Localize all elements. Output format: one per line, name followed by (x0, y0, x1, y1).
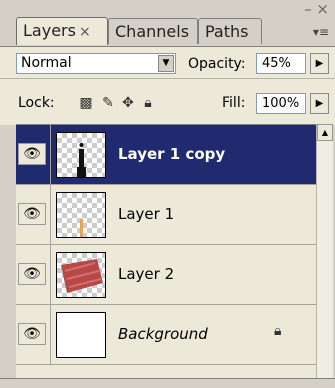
minimize-icon[interactable]: – (304, 0, 312, 18)
scroll-up-arrow-icon[interactable]: ▲ (317, 124, 333, 141)
chevron-down-icon[interactable]: ▼ (158, 55, 174, 72)
opacity-input[interactable]: 45% (256, 53, 306, 74)
panel-menu-icon[interactable]: ▾≡ (313, 25, 329, 39)
lock-position-move-icon[interactable]: ✥ (120, 95, 136, 111)
tab-close-icon[interactable]: × (79, 24, 91, 40)
opacity-slider-arrow-icon[interactable]: ▶ (310, 53, 329, 74)
lock-label: Lock: (18, 95, 55, 111)
layer-row-background[interactable]: 👁︎ Background 🔒︎ (16, 305, 316, 365)
visibility-eye-icon[interactable]: 👁︎ (18, 263, 46, 285)
tab-paths-label: Paths (205, 22, 249, 41)
tab-bar: Layers × Channels Paths – × ▾≡ (0, 0, 335, 46)
panel-window-controls: – × (304, 0, 329, 18)
fill-input[interactable]: 100% (256, 93, 306, 114)
tab-paths[interactable]: Paths (198, 18, 262, 44)
layer-row-layer-1[interactable]: 👁︎ Layer 1 (16, 185, 316, 245)
layer-name: Layer 1 (118, 205, 175, 223)
tab-channels-label: Channels (115, 22, 190, 41)
tab-layers[interactable]: Layers × (16, 17, 108, 45)
layers-list: 👁︎ Layer 1 copy 👁︎ Layer 1 👁︎ Layer 2 👁︎… (16, 124, 316, 379)
red-brush-scribble-icon (61, 259, 103, 293)
layer-row-layer-1-copy[interactable]: 👁︎ Layer 1 copy (16, 125, 316, 185)
layer-name: Background (118, 325, 208, 343)
visibility-eye-icon[interactable]: 👁︎ (18, 323, 46, 345)
padlock-icon: 🔒︎ (274, 323, 282, 339)
layer-thumbnail (56, 132, 106, 178)
layer-row-layer-2[interactable]: 👁︎ Layer 2 (16, 245, 316, 305)
lock-image-pixels-brush-icon[interactable]: ✎ (100, 95, 116, 111)
tab-layers-label: Layers (23, 21, 76, 40)
opacity-label: Opacity: (188, 56, 246, 72)
layer-name: Layer 2 (118, 265, 175, 283)
tab-channels[interactable]: Channels (108, 18, 198, 44)
fill-label: Fill: (222, 95, 246, 111)
divider (50, 245, 51, 305)
lock-transparent-pixels-icon[interactable]: ▩ (78, 95, 94, 111)
visibility-eye-icon[interactable]: 👁︎ (18, 203, 46, 225)
divider (50, 305, 51, 365)
fill-slider-arrow-icon[interactable]: ▶ (310, 93, 329, 114)
layers-panel: Layers × Channels Paths – × ▾≡ Normal ▼ O… (0, 0, 335, 388)
layer-thumbnail (56, 252, 106, 298)
orange-stroke-icon (80, 219, 83, 237)
blend-mode-select[interactable]: Normal ▼ (16, 53, 176, 74)
layers-scrollbar[interactable]: ▲ (316, 124, 333, 378)
lock-all-padlock-icon[interactable]: 🔒︎ (140, 95, 156, 111)
fill-value: 100% (262, 96, 300, 111)
visibility-eye-icon[interactable]: 👁︎ (18, 143, 46, 165)
layer-name: Layer 1 copy (118, 145, 226, 163)
layer-thumbnail (56, 312, 106, 358)
layer-thumbnail (56, 192, 106, 238)
divider (50, 125, 51, 185)
close-icon[interactable]: × (316, 0, 329, 18)
tower-silhouette-icon (77, 143, 86, 177)
blend-mode-value: Normal (21, 55, 72, 71)
opacity-value: 45% (262, 56, 291, 71)
divider (50, 185, 51, 245)
